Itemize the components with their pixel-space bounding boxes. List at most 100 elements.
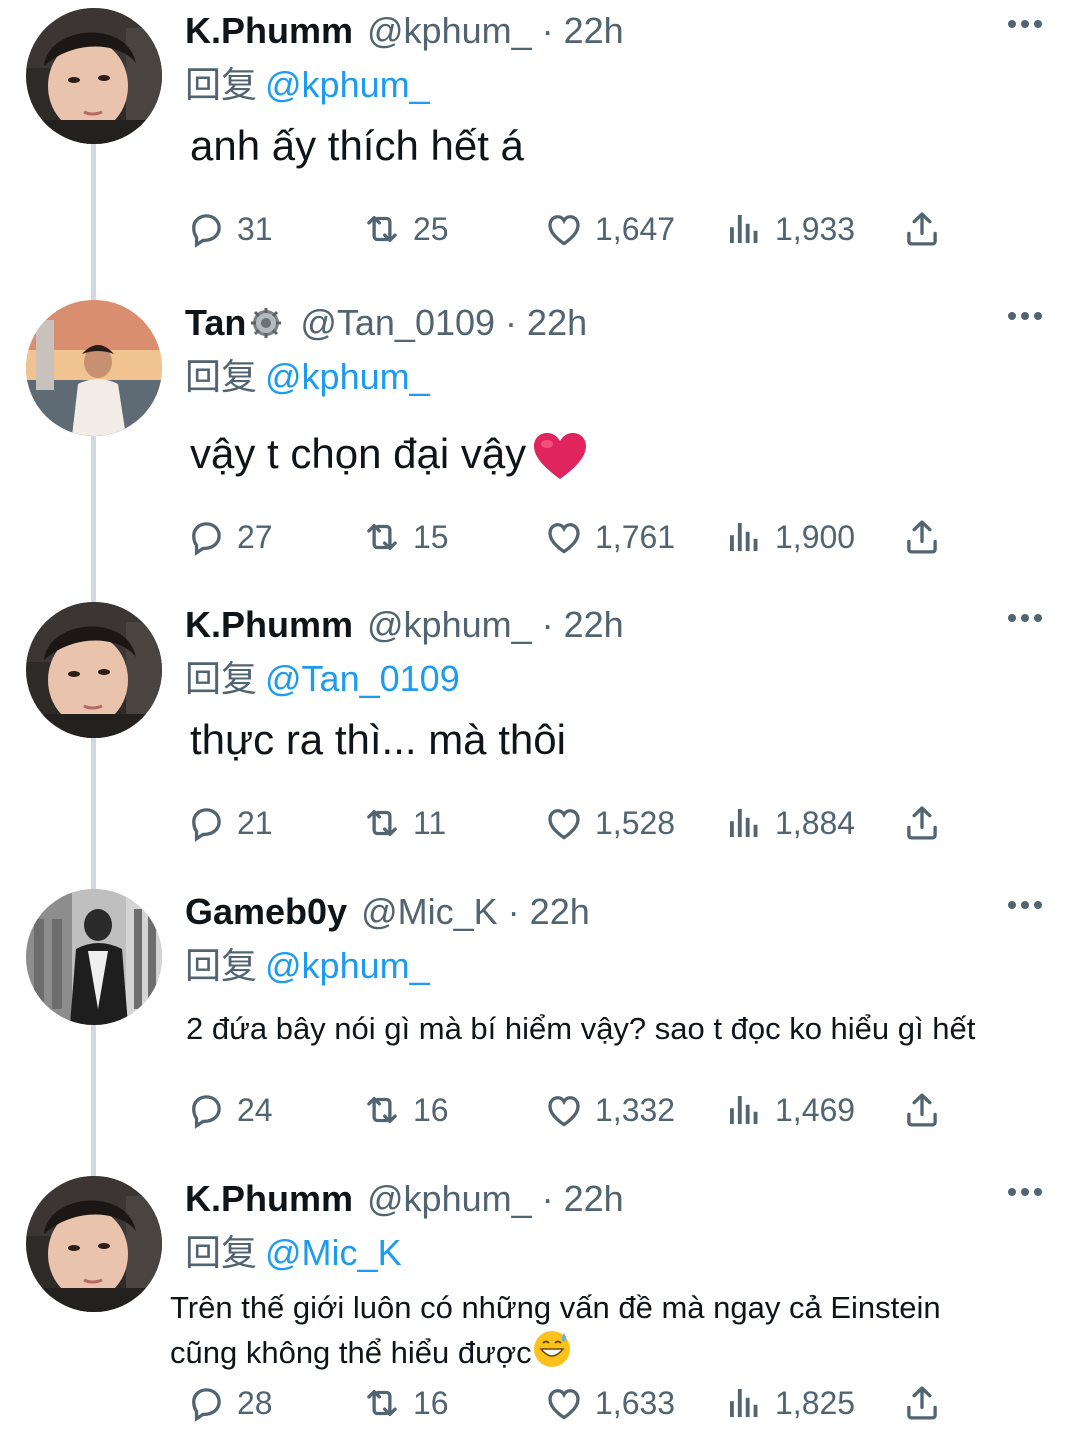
view-count: 1,933 xyxy=(775,210,856,247)
timestamp[interactable]: 22h xyxy=(564,10,624,52)
retweet-button[interactable]: 16 xyxy=(361,1378,449,1428)
reply-button[interactable]: 27 xyxy=(185,512,273,562)
reply-context: 回复 @kphum_ xyxy=(185,56,430,108)
avatar-tan-image xyxy=(26,300,162,436)
reply-icon xyxy=(185,1382,227,1424)
retweet-count: 16 xyxy=(413,1091,449,1128)
reply-to-handle[interactable]: @Mic_K xyxy=(265,1232,402,1273)
reply-label: 回复 xyxy=(185,64,258,105)
views-button[interactable]: 1,933 xyxy=(723,204,855,254)
action-bar: 24 16 1,332 1,469 xyxy=(185,1085,965,1135)
like-button[interactable]: 1,528 xyxy=(543,798,675,848)
retweet-icon xyxy=(361,208,403,250)
retweet-button[interactable]: 25 xyxy=(361,204,449,254)
user-handle[interactable]: @Mic_K xyxy=(361,891,498,933)
like-count: 1,761 xyxy=(595,518,676,555)
retweet-button[interactable]: 16 xyxy=(361,1085,449,1135)
like-button[interactable]: 1,647 xyxy=(543,204,675,254)
red-heart-emoji xyxy=(532,432,588,482)
views-button[interactable]: 1,900 xyxy=(723,512,855,562)
like-count: 1,332 xyxy=(595,1091,676,1128)
user-handle[interactable]: @Tan_0109 xyxy=(300,302,495,344)
avatar[interactable] xyxy=(26,300,162,436)
tweet-text-block: Trên thế giới luôn có những vấn đề mà ng… xyxy=(170,1286,941,1374)
reply-to-handle[interactable]: @kphum_ xyxy=(265,356,430,397)
views-icon xyxy=(723,1382,765,1424)
heart-icon xyxy=(543,1089,585,1131)
views-button[interactable]: 1,469 xyxy=(723,1085,855,1135)
tweet-text: thực ra thì... mà thôi xyxy=(190,716,566,763)
reply-context: 回复 @kphum_ xyxy=(185,937,430,989)
reply-button[interactable]: 21 xyxy=(185,798,273,848)
reply-count: 28 xyxy=(237,1384,273,1421)
display-name[interactable]: Tan xyxy=(185,302,246,344)
tweet-text: anh ấy thích hết á xyxy=(190,122,524,169)
share-button[interactable] xyxy=(901,204,943,254)
share-button[interactable] xyxy=(901,798,943,848)
reply-to-handle[interactable]: @kphum_ xyxy=(265,64,430,105)
user-handle[interactable]: @kphum_ xyxy=(367,604,532,646)
timestamp[interactable]: 22h xyxy=(530,891,590,933)
avatar[interactable] xyxy=(26,889,162,1025)
display-name[interactable]: Gameb0y xyxy=(185,891,347,933)
display-name[interactable]: K.Phumm xyxy=(185,1178,353,1220)
view-count: 1,900 xyxy=(775,518,856,555)
reply-context: 回复 @Tan_0109 xyxy=(185,650,460,702)
more-options-icon[interactable] xyxy=(1008,1188,1042,1196)
retweet-button[interactable]: 15 xyxy=(361,512,449,562)
avatar[interactable] xyxy=(26,8,162,144)
grinning-sweat-emoji xyxy=(532,1329,572,1369)
reply-label: 回复 xyxy=(185,945,258,986)
reply-context: 回复 @Mic_K xyxy=(185,1224,402,1276)
tweet-text: vậy t chọn đại vậy xyxy=(190,430,527,477)
timestamp[interactable]: 22h xyxy=(527,302,587,344)
retweet-icon xyxy=(361,516,403,558)
share-button[interactable] xyxy=(901,1085,943,1135)
separator-dot: · xyxy=(507,891,520,932)
share-button[interactable] xyxy=(901,512,943,562)
user-handle[interactable]: @kphum_ xyxy=(367,1178,532,1220)
reply-button[interactable]: 24 xyxy=(185,1085,273,1135)
views-icon xyxy=(723,1089,765,1131)
reply-icon xyxy=(185,802,227,844)
views-icon xyxy=(723,208,765,250)
retweet-count: 15 xyxy=(413,518,449,555)
user-handle[interactable]: @kphum_ xyxy=(367,10,532,52)
action-bar: 21 11 1,528 1,884 xyxy=(185,798,965,848)
like-button[interactable]: 1,633 xyxy=(543,1378,675,1428)
retweet-button[interactable]: 11 xyxy=(361,798,446,848)
reply-icon xyxy=(185,208,227,250)
reply-count: 31 xyxy=(237,210,273,247)
share-icon xyxy=(901,516,943,558)
share-button[interactable] xyxy=(901,1378,943,1428)
reply-button[interactable]: 31 xyxy=(185,204,273,254)
timestamp[interactable]: 22h xyxy=(564,1178,624,1220)
more-options-icon[interactable] xyxy=(1008,614,1042,622)
views-button[interactable]: 1,884 xyxy=(723,798,855,848)
view-count: 1,825 xyxy=(775,1384,856,1421)
views-button[interactable]: 1,825 xyxy=(723,1378,855,1428)
timestamp[interactable]: 22h xyxy=(564,604,624,646)
tweet-text: 2 đứa bây nói gì mà bí hiểm vậy? sao t đ… xyxy=(186,1011,976,1046)
avatar[interactable] xyxy=(26,1176,162,1312)
like-button[interactable]: 1,761 xyxy=(543,512,675,562)
reply-count: 21 xyxy=(237,804,273,841)
reply-label: 回复 xyxy=(185,356,258,397)
avatar-gameb0y-image xyxy=(26,889,162,1025)
reply-to-handle[interactable]: @kphum_ xyxy=(265,945,430,986)
more-options-icon[interactable] xyxy=(1008,901,1042,909)
reply-button[interactable]: 28 xyxy=(185,1378,273,1428)
reply-to-handle[interactable]: @Tan_0109 xyxy=(265,658,460,699)
reply-count: 24 xyxy=(237,1091,273,1128)
reply-context: 回复 @kphum_ xyxy=(185,348,430,400)
like-count: 1,633 xyxy=(595,1384,676,1421)
display-name[interactable]: K.Phumm xyxy=(185,10,353,52)
more-options-icon[interactable] xyxy=(1008,312,1042,320)
like-button[interactable]: 1,332 xyxy=(543,1085,675,1135)
more-options-icon[interactable] xyxy=(1008,20,1042,28)
tweet-text-block: vậy t chọn đại vậy xyxy=(190,430,588,482)
display-name[interactable]: K.Phumm xyxy=(185,604,353,646)
gear-badge-icon xyxy=(251,308,282,338)
avatar-kphumm-image xyxy=(26,602,162,738)
avatar[interactable] xyxy=(26,602,162,738)
